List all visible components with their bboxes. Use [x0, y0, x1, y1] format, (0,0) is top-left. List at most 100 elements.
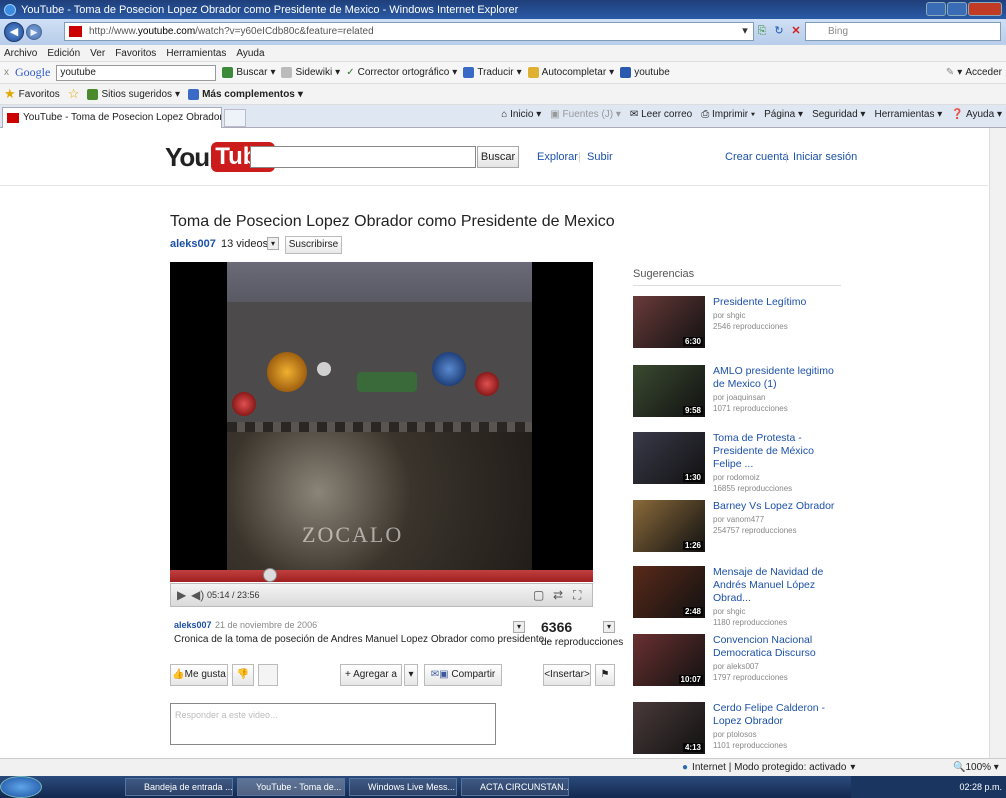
suggestion-item[interactable]: 1:30 Toma de Protesta - Presidente de Méx… [633, 432, 843, 494]
suggestion-title[interactable]: Convencion Nacional Democratica Discurso [713, 634, 843, 660]
create-account-link[interactable]: Crear cuenta [725, 151, 789, 163]
add-to-button[interactable]: + Agregar a [340, 664, 402, 686]
suggestion-title[interactable]: Mensaje de Navidad de Andrés Manuel Lópe… [713, 566, 843, 605]
suggestion-item[interactable]: 6:30 Presidente Legítimo por shgic 2546 rep… [633, 296, 843, 358]
scrollbar[interactable] [989, 128, 1006, 758]
videos-dropdown-icon[interactable]: ▾ [267, 237, 279, 250]
youtube-search-input[interactable] [250, 146, 476, 168]
address-field[interactable]: http://www.youtube.com/watch?v=y60eICdb8… [64, 22, 754, 41]
acceder-button[interactable]: ✎ ▾ Acceder [946, 67, 1002, 78]
refresh-icon[interactable]: ↻ [772, 24, 786, 38]
dislike-button[interactable]: 👎 [232, 664, 254, 686]
forward-button[interactable]: ▶ [26, 24, 42, 40]
sign-in-link[interactable]: Iniciar sesión [793, 151, 857, 163]
start-button[interactable] [0, 776, 42, 798]
volume-icon[interactable]: ◀) [191, 588, 204, 602]
suggested-sites-button[interactable]: Sitios sugeridos ▾ [87, 88, 180, 100]
taskbar-item-youtube[interactable]: YouTube - Toma de... [237, 778, 345, 796]
flag-button[interactable]: ⚑ [595, 664, 615, 686]
video-progress-bar[interactable] [170, 568, 593, 582]
description-expand-icon[interactable]: ▾ [513, 621, 525, 633]
favorites-button[interactable]: ★ Favoritos [4, 86, 60, 102]
corrector-button[interactable]: ✓ Corrector ortográfico ▾ [346, 67, 457, 78]
suggestion-thumbnail[interactable]: 4:13 [633, 702, 705, 754]
stop-icon[interactable]: ✕ [789, 24, 803, 38]
google-search-input[interactable]: youtube [56, 64, 217, 81]
suggestion-item[interactable]: 9:58 AMLO presidente legitimo de Mexico (… [633, 365, 843, 427]
more-addons-button[interactable]: Más complementos ▾ [188, 88, 303, 100]
taskbar-item-messenger[interactable]: Windows Live Mess... [349, 778, 457, 796]
suggestion-item[interactable]: 2:48 Mensaje de Navidad de Andrés Manuel … [633, 566, 843, 628]
suggestion-thumbnail[interactable]: 9:58 [633, 365, 705, 417]
upload-link[interactable]: Subir [587, 151, 613, 163]
stats-expand-icon[interactable]: ▾ [603, 621, 615, 633]
close-toolbar-icon[interactable]: x [4, 67, 9, 78]
youtube-bookmark[interactable]: youtube [620, 67, 670, 78]
taskbar-item-acta[interactable]: ACTA CIRCUNSTAN... [461, 778, 569, 796]
sidewiki-button[interactable]: Sidewiki ▾ [281, 67, 340, 78]
explore-link[interactable]: Explorar [537, 151, 578, 163]
suggestion-title[interactable]: Cerdo Felipe Calderon - Lopez Obrador [713, 702, 843, 728]
suggestion-title[interactable]: Barney Vs Lopez Obrador [713, 500, 843, 513]
autocompletar-button[interactable]: Autocompletar ▾ [527, 67, 614, 78]
suggestion-item[interactable]: 10:07 Convencion Nacional Democratica Dis… [633, 634, 843, 696]
zoom-level[interactable]: 🔍100% ▾ [953, 762, 999, 773]
suggestion-item[interactable]: 4:13 Cerdo Felipe Calderon - Lopez Obrado… [633, 702, 843, 764]
suggestion-title[interactable]: AMLO presidente legitimo de Mexico (1) [713, 365, 843, 391]
print-button[interactable]: ⎙ Imprimir ▾ [701, 109, 755, 120]
suggestion-thumbnail[interactable]: 6:30 [633, 296, 705, 348]
popout-icon[interactable]: ▢ [533, 588, 544, 602]
tools-button[interactable]: Herramientas ▾ [874, 109, 942, 120]
menu-ayuda[interactable]: Ayuda [236, 48, 264, 59]
bing-search-input[interactable]: Bing [805, 22, 1001, 41]
traducir-button[interactable]: Traducir ▾ [463, 67, 522, 78]
help-button[interactable]: ❓ Ayuda ▾ [951, 109, 1002, 120]
like-button[interactable]: 👍Me gusta [170, 664, 228, 686]
new-tab-button[interactable] [224, 109, 246, 127]
menu-edicion[interactable]: Edición [47, 48, 80, 59]
clock[interactable]: 02:28 p.m. [959, 782, 1002, 792]
dropdown-arrow-icon[interactable]: ▾ [738, 24, 752, 38]
minimize-button[interactable] [926, 2, 946, 16]
youtube-search-button[interactable]: Buscar [477, 146, 519, 168]
separator: | [785, 151, 788, 163]
video-player[interactable]: ZOCALO [170, 262, 593, 582]
security-button[interactable]: Seguridad ▾ [812, 109, 865, 120]
suggestion-thumbnail[interactable]: 1:26 [633, 500, 705, 552]
suggestion-thumbnail[interactable]: 2:48 [633, 566, 705, 618]
fullscreen-icon[interactable]: ⛶ [573, 588, 581, 603]
progress-handle[interactable] [263, 568, 277, 582]
suggestion-title[interactable]: Presidente Legítimo [713, 296, 843, 309]
add-favorite-icon[interactable]: ☆ [68, 86, 80, 102]
embed-button[interactable]: <Insertar> [543, 664, 591, 686]
suggestion-thumbnail[interactable]: 1:30 [633, 432, 705, 484]
taskbar-item-mail[interactable]: Bandeja de entrada ... [125, 778, 233, 796]
feeds-button[interactable]: ▣ Fuentes (J) ▾ [550, 109, 621, 120]
channel-link[interactable]: aleks007 [170, 238, 216, 250]
home-button[interactable]: ⌂ Inicio ▾ [501, 109, 541, 120]
read-mail-button[interactable]: ✉ Leer correo [630, 109, 692, 120]
suggestion-item[interactable]: 1:26 Barney Vs Lopez Obrador por vanom477 2… [633, 500, 843, 562]
add-to-dropdown-icon[interactable]: ▾ [404, 664, 418, 686]
sidewiki-icon [281, 67, 293, 78]
maximize-button[interactable] [947, 2, 967, 16]
back-button[interactable]: ◀ [4, 22, 24, 42]
subscribe-button[interactable]: Suscribirse [285, 236, 342, 254]
compat-icon[interactable]: ⎘ [755, 24, 769, 38]
suggestion-title[interactable]: Toma de Protesta - Presidente de México … [713, 432, 843, 471]
menu-herramientas[interactable]: Herramientas [166, 48, 226, 59]
security-zone[interactable]: ● Internet | Modo protegido: activado ▾ [682, 762, 855, 773]
google-buscar-button[interactable]: Buscar ▾ [222, 67, 275, 78]
tab-youtube[interactable]: YouTube - Toma de Posecion Lopez Obrador… [2, 107, 222, 128]
uploader-link[interactable]: aleks007 [174, 620, 212, 630]
comment-input[interactable]: Responder a este video... [170, 703, 496, 745]
close-button[interactable] [968, 2, 1002, 16]
menu-favoritos[interactable]: Favoritos [115, 48, 156, 59]
page-button[interactable]: Página ▾ [764, 109, 803, 120]
share-button[interactable]: ✉▣ Compartir [424, 664, 502, 686]
play-icon[interactable]: ▶ [177, 588, 186, 602]
suggestion-thumbnail[interactable]: 10:07 [633, 634, 705, 686]
menu-archivo[interactable]: Archivo [4, 48, 37, 59]
resize-icon[interactable]: ⇄ [553, 588, 563, 602]
menu-ver[interactable]: Ver [90, 48, 105, 59]
